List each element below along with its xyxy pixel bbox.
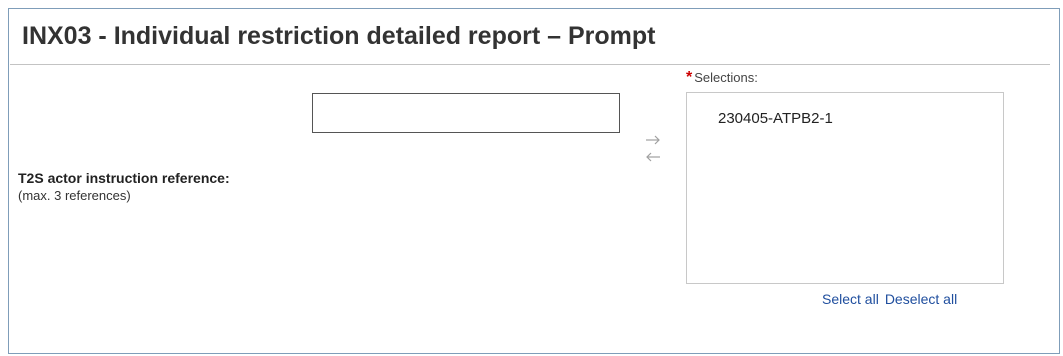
deselect-all-link[interactable]: Deselect all [885,291,957,307]
selections-label: Selections: [694,70,758,85]
field-hint: (max. 3 references) [18,188,131,203]
actor-instruction-reference-input[interactable] [312,93,620,133]
select-all-link[interactable]: Select all [822,291,879,307]
list-item[interactable]: 230405-ATPB2-1 [718,110,833,127]
title-divider [10,64,1050,65]
selections-list[interactable]: 230405-ATPB2-1 [686,92,1004,284]
remove-from-selection-button[interactable] [643,147,663,167]
field-label: T2S actor instruction reference: [18,170,230,186]
page-title: INX03 - Individual restriction detailed … [22,22,656,50]
required-marker: * [686,69,693,86]
arrow-left-icon [643,147,663,167]
selection-links: Select all Deselect all [822,291,957,307]
selections-header: * Selections: [686,69,758,87]
